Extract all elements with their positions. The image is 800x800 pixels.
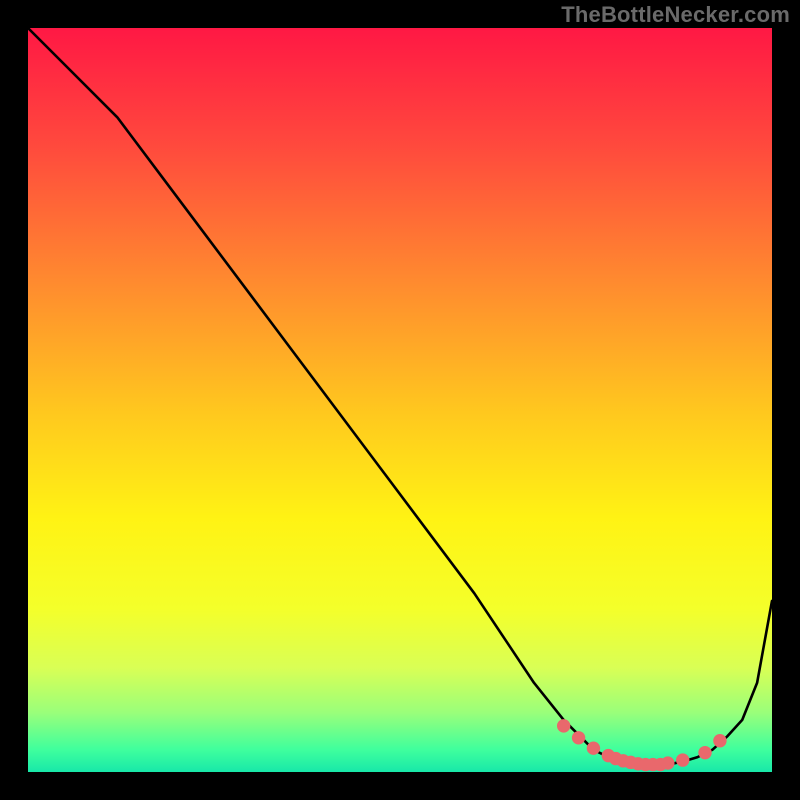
marker-dot: [661, 756, 674, 769]
optimal-zone-markers: [557, 719, 727, 771]
marker-dot: [572, 731, 585, 744]
marker-dot: [557, 719, 570, 732]
marker-dot: [698, 746, 711, 759]
chart-frame: TheBottleNecker.com: [0, 0, 800, 800]
plot-area: [28, 28, 772, 772]
bottleneck-curve: [28, 28, 772, 765]
marker-dot: [713, 734, 726, 747]
marker-dot: [587, 741, 600, 754]
watermark-text: TheBottleNecker.com: [561, 2, 790, 28]
curve-layer: [28, 28, 772, 772]
marker-dot: [676, 753, 689, 766]
